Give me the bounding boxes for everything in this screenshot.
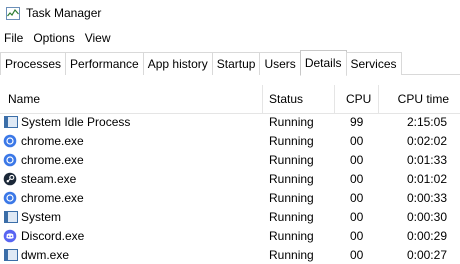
process-name: chrome.exe (21, 133, 84, 148)
process-name: Discord.exe (21, 228, 85, 243)
process-status: Running (269, 247, 314, 262)
column-header-cpu[interactable]: CPU (346, 85, 371, 113)
title-bar: Task Manager (0, 0, 460, 26)
process-name-cell: System Idle Process (3, 112, 130, 131)
process-cpu-time: 0:00:30 (406, 209, 447, 224)
process-name-cell: chrome.exe (3, 150, 84, 169)
discord-icon (3, 229, 17, 243)
process-cpu-time: 0:01:33 (406, 152, 447, 167)
process-cpu-time: 0:00:33 (406, 190, 447, 205)
system-process-icon (3, 248, 18, 262)
table-row[interactable]: steam.exe Running 00 0:01:02 (0, 169, 460, 188)
process-name: dwm.exe (21, 247, 70, 262)
process-cpu: 00 (350, 247, 364, 262)
column-header-name[interactable]: Name (8, 85, 40, 113)
process-status: Running (269, 209, 314, 224)
process-name-cell: dwm.exe (3, 245, 69, 264)
process-cpu-time: 2:15:05 (406, 114, 447, 129)
column-divider[interactable] (334, 85, 335, 113)
process-name-cell: Discord.exe (3, 226, 84, 245)
process-cpu: 00 (350, 209, 364, 224)
process-cpu: 00 (350, 152, 364, 167)
process-status: Running (269, 133, 314, 148)
process-name-cell: System (3, 207, 61, 226)
column-header-row: Name Status CPU CPU time (0, 85, 460, 114)
menu-bar: File Options View (0, 28, 116, 48)
tab-processes[interactable]: Processes (0, 52, 67, 75)
table-row[interactable]: chrome.exe Running 00 0:02:02 (0, 131, 460, 150)
process-name: System (21, 209, 62, 224)
process-status: Running (269, 190, 314, 205)
process-cpu-time: 0:00:29 (406, 228, 447, 243)
tab-app-history[interactable]: App history (142, 52, 213, 75)
tab-details[interactable]: Details (299, 50, 347, 76)
process-cpu: 00 (350, 133, 364, 148)
tab-performance[interactable]: Performance (65, 52, 144, 75)
steam-icon (3, 172, 17, 186)
system-process-icon (3, 115, 18, 129)
chrome-icon (3, 153, 17, 167)
process-cpu: 99 (350, 114, 364, 129)
process-status: Running (269, 228, 314, 243)
process-cpu-time: 0:02:02 (406, 133, 447, 148)
column-header-status[interactable]: Status (269, 85, 303, 113)
process-name-cell: chrome.exe (3, 188, 84, 207)
process-status: Running (269, 152, 314, 167)
table-row[interactable]: System Running 00 0:00:30 (0, 207, 460, 226)
tab-services[interactable]: Services (345, 52, 402, 75)
chrome-icon (3, 134, 17, 148)
process-status: Running (269, 171, 314, 186)
process-cpu: 00 (350, 228, 364, 243)
process-name: chrome.exe (21, 152, 84, 167)
process-cpu-time: 0:00:27 (406, 247, 447, 262)
column-divider[interactable] (378, 85, 379, 113)
process-name: steam.exe (21, 171, 77, 186)
column-header-cpu-time[interactable]: CPU time (398, 85, 449, 113)
menu-file[interactable]: File (0, 31, 28, 45)
process-cpu: 00 (350, 171, 364, 186)
process-name: System Idle Process (21, 114, 131, 129)
task-manager-icon (6, 6, 20, 20)
tab-startup[interactable]: Startup (211, 52, 261, 75)
process-status: Running (269, 114, 314, 129)
table-row[interactable]: chrome.exe Running 00 0:00:33 (0, 188, 460, 207)
process-name: chrome.exe (21, 190, 84, 205)
table-row[interactable]: System Idle Process Running 99 2:15:05 (0, 112, 460, 131)
system-process-icon (3, 210, 18, 224)
table-row[interactable]: chrome.exe Running 00 0:01:33 (0, 150, 460, 169)
process-name-cell: chrome.exe (3, 131, 84, 150)
menu-options[interactable]: Options (28, 31, 79, 45)
chrome-icon (3, 191, 17, 205)
tab-users[interactable]: Users (259, 52, 301, 75)
menu-view[interactable]: View (80, 31, 116, 45)
column-divider[interactable] (262, 85, 263, 113)
process-cpu-time: 0:01:02 (406, 171, 447, 186)
table-row[interactable]: dwm.exe Running 00 0:00:27 (0, 245, 460, 264)
process-cpu: 00 (350, 190, 364, 205)
process-name-cell: steam.exe (3, 169, 76, 188)
window-title: Task Manager (26, 6, 102, 20)
table-row[interactable]: Discord.exe Running 00 0:00:29 (0, 226, 460, 245)
tab-strip: Processes Performance App history Startu… (0, 50, 460, 76)
